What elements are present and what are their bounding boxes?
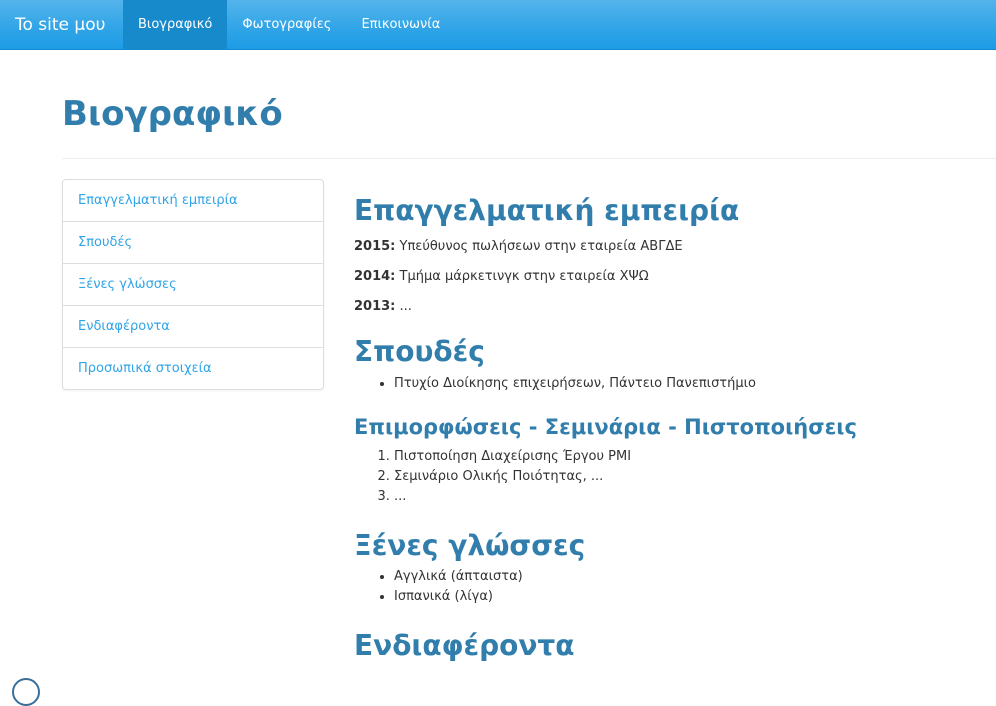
- sidebar-item-studies[interactable]: Σπουδές: [63, 221, 323, 263]
- experience-text: ...: [395, 298, 412, 314]
- sidebar-item-interests[interactable]: Ενδιαφέροντα: [63, 305, 323, 347]
- page-title: Βιογραφικό: [62, 94, 283, 134]
- experience-entry: 2015: Υπεύθυνος πωλήσεων στην εταιρεία Α…: [354, 237, 974, 257]
- page-header-divider: [62, 158, 996, 159]
- nav-item-photos[interactable]: Φωτογραφίες: [227, 0, 346, 49]
- circle-icon: [12, 678, 40, 706]
- experience-year: 2015:: [354, 238, 396, 254]
- main-content: Επαγγελματική εμπειρία 2015: Υπεύθυνος π…: [354, 194, 974, 663]
- sidebar-list: Επαγγελματική εμπειρία Σπουδές Ξένες γλώ…: [62, 179, 324, 390]
- experience-entry: 2013: ...: [354, 297, 974, 317]
- list-item: Σεμινάριο Ολικής Ποιότητας, ...: [394, 467, 974, 487]
- sidebar-item-personal-info[interactable]: Προσωπικά στοιχεία: [63, 347, 323, 389]
- languages-heading: Ξένες γλώσσες: [354, 528, 586, 562]
- experience-text: Τμήμα μάρκετινγκ στην εταιρεία ΧΨΩ: [395, 268, 649, 284]
- experience-text: Υπεύθυνος πωλήσεων στην εταιρεία ΑΒΓΔΕ: [395, 238, 683, 254]
- top-navbar: To site μου Βιογραφικό Φωτογραφίες Επικο…: [0, 0, 996, 50]
- sidebar-item-languages[interactable]: Ξένες γλώσσες: [63, 263, 323, 305]
- nav-item-contact[interactable]: Επικοινωνία: [346, 0, 455, 49]
- experience-year: 2013:: [354, 298, 396, 314]
- nav-item-biografiko[interactable]: Βιογραφικό: [123, 0, 228, 49]
- list-item: Πτυχίο Διοίκησης επιχειρήσεων, Πάντειο Π…: [394, 374, 974, 394]
- list-item: ...: [394, 487, 974, 507]
- seminars-heading: Επιμορφώσεις - Σεμινάρια - Πιστοποιήσεις: [354, 414, 857, 439]
- studies-heading: Σπουδές: [354, 334, 485, 368]
- list-item: Αγγλικά (άπταιστα): [394, 567, 974, 587]
- brand-link[interactable]: To site μου: [15, 0, 105, 50]
- interests-heading: Ενδιαφέροντα: [354, 629, 575, 663]
- experience-entry: 2014: Τμήμα μάρκετινγκ στην εταιρεία ΧΨΩ: [354, 267, 974, 287]
- seminars-list: Πιστοποίηση Διαχείρισης Έργου PMI Σεμινά…: [354, 447, 974, 507]
- sidebar-item-experience[interactable]: Επαγγελματική εμπειρία: [63, 180, 323, 221]
- experience-year: 2014:: [354, 268, 396, 284]
- list-item: Ισπανικά (λίγα): [394, 587, 974, 607]
- languages-list: Αγγλικά (άπταιστα) Ισπανικά (λίγα): [354, 567, 974, 607]
- list-item: Πιστοποίηση Διαχείρισης Έργου PMI: [394, 447, 974, 467]
- experience-heading: Επαγγελματική εμπειρία: [354, 194, 740, 227]
- main-nav: Βιογραφικό Φωτογραφίες Επικοινωνία: [123, 0, 455, 50]
- studies-list: Πτυχίο Διοίκησης επιχειρήσεων, Πάντειο Π…: [354, 374, 974, 394]
